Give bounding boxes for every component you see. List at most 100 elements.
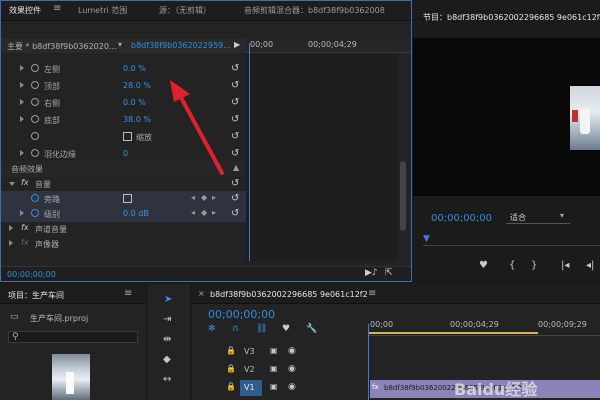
- level-value[interactable]: 0.0 dB: [123, 209, 149, 218]
- reset-icon[interactable]: ↺: [231, 208, 239, 219]
- footer-timecode[interactable]: 00;00;00;00: [7, 270, 56, 279]
- program-title[interactable]: 节目：b8df38f9b0362002296685 9e061c12f2: [423, 12, 600, 23]
- expand-arrow-icon[interactable]: [20, 65, 24, 71]
- zoom-checkbox[interactable]: [123, 132, 132, 141]
- stopwatch-icon[interactable]: [31, 64, 39, 72]
- fx-icon[interactable]: fx: [21, 238, 29, 247]
- tab-lumetri[interactable]: Lumetri 范围: [78, 5, 127, 16]
- stopwatch-icon[interactable]: [31, 194, 39, 202]
- selection-tool-icon[interactable]: ➤: [164, 294, 172, 305]
- stopwatch-icon[interactable]: [31, 209, 39, 217]
- master-clip-label[interactable]: 主要 * b8df38f9b0362020...: [7, 41, 117, 52]
- fx-icon[interactable]: fx: [21, 223, 29, 232]
- eye-icon[interactable]: ◉: [288, 382, 296, 392]
- timeline-timecode[interactable]: 00;00;00;00: [208, 308, 275, 321]
- ripple-edit-tool-icon[interactable]: ⇹: [163, 334, 171, 345]
- sequence-tab[interactable]: b8df38f9b0362002296685 9e061c12f2: [210, 290, 368, 299]
- hamburger-icon[interactable]: ≡: [53, 3, 61, 14]
- sync-lock-icon[interactable]: ▣: [270, 364, 278, 373]
- export-icon[interactable]: ⇱: [385, 268, 393, 278]
- add-marker-icon[interactable]: ♥: [282, 324, 290, 334]
- lock-icon[interactable]: 🔒: [226, 364, 236, 373]
- project-title[interactable]: 项目：生产车间: [8, 290, 64, 301]
- property-value[interactable]: 0.0 %: [123, 64, 146, 73]
- eye-icon[interactable]: ◉: [288, 346, 296, 356]
- reset-icon[interactable]: ↺: [231, 63, 239, 74]
- timeline-tabbar: × b8df38f9b0362002296685 9e061c12f2 ≡: [192, 284, 600, 304]
- reset-icon[interactable]: ↺: [231, 178, 239, 189]
- mark-in-icon[interactable]: {: [509, 260, 515, 271]
- sync-lock-icon[interactable]: ▣: [270, 346, 278, 355]
- tab-audio-mixer[interactable]: 音频剪辑混合器：b8df38f9b0362008: [244, 5, 385, 16]
- property-value[interactable]: 0: [123, 149, 128, 158]
- work-area-bar[interactable]: [368, 332, 538, 334]
- razor-tool-icon[interactable]: ◆: [163, 354, 171, 365]
- program-scrubber[interactable]: ▼: [423, 234, 600, 246]
- next-keyframe-icon[interactable]: ▸: [212, 208, 216, 217]
- add-marker-icon[interactable]: ♥: [479, 260, 488, 271]
- fx-icon[interactable]: fx: [21, 178, 29, 187]
- mark-out-icon[interactable]: }: [531, 260, 537, 271]
- fit-dropdown[interactable]: 适合 ▾: [506, 211, 570, 224]
- sync-lock-icon[interactable]: ▣: [270, 382, 278, 391]
- expand-arrow-icon[interactable]: [9, 240, 13, 246]
- go-to-in-icon[interactable]: |◂: [561, 260, 569, 271]
- project-file-name: 生产车间.prproj: [30, 314, 89, 323]
- baidu-watermark: Baidu经验: [454, 380, 538, 399]
- project-file-row[interactable]: ▭ 生产车间.prproj: [8, 311, 138, 325]
- play-only-icon[interactable]: ▶: [234, 40, 240, 49]
- stopwatch-icon[interactable]: [31, 98, 39, 106]
- effect-timeline-ruler[interactable]: 00;00 00;00;04;29: [246, 39, 411, 53]
- timeline-ruler[interactable]: 00;00 00;00;04;29 00;00;09;29: [368, 318, 600, 336]
- project-search-input[interactable]: ⚲: [8, 331, 138, 343]
- hamburger-icon[interactable]: ≡: [124, 288, 132, 299]
- expand-arrow-icon[interactable]: [20, 150, 24, 156]
- lock-icon[interactable]: 🔒: [226, 382, 236, 391]
- eye-icon[interactable]: ◉: [288, 364, 296, 374]
- stopwatch-icon[interactable]: [31, 81, 39, 89]
- play-audio-icon[interactable]: ▶♪: [365, 268, 378, 278]
- stopwatch-icon[interactable]: [31, 132, 39, 140]
- add-keyframe-icon[interactable]: ◆: [201, 193, 207, 202]
- property-value[interactable]: 0.0 %: [123, 98, 146, 107]
- expand-arrow-icon[interactable]: [9, 225, 13, 231]
- expand-arrow-icon[interactable]: [20, 210, 24, 216]
- prev-keyframe-icon[interactable]: ◂: [191, 208, 195, 217]
- tab-effect-controls[interactable]: 效果控件: [9, 5, 41, 16]
- expand-arrow-icon[interactable]: [9, 182, 15, 186]
- expand-arrow-icon[interactable]: [20, 82, 24, 88]
- close-icon[interactable]: ×: [198, 289, 205, 298]
- ruler-label: 00;00: [370, 320, 394, 329]
- playhead-line[interactable]: [249, 43, 250, 261]
- nest-icon[interactable]: ✻: [208, 324, 216, 334]
- property-value[interactable]: 38.0 %: [123, 115, 151, 124]
- snap-icon[interactable]: ∩: [232, 324, 239, 334]
- effect-keyframe-area[interactable]: [246, 53, 398, 261]
- prev-keyframe-icon[interactable]: ◂: [191, 193, 195, 202]
- program-timecode[interactable]: 00;00;00;00: [431, 213, 492, 224]
- playhead-marker[interactable]: ▼: [423, 234, 430, 244]
- step-back-icon[interactable]: ◂|: [586, 260, 594, 271]
- expand-arrow-icon[interactable]: [20, 99, 24, 105]
- vertical-scrollbar[interactable]: [400, 161, 406, 231]
- add-keyframe-icon[interactable]: ◆: [201, 208, 207, 217]
- track-select-tool-icon[interactable]: ⇥: [163, 314, 171, 325]
- stopwatch-icon[interactable]: [31, 115, 39, 123]
- stopwatch-icon[interactable]: [31, 149, 39, 157]
- property-value[interactable]: 28.0 %: [123, 81, 151, 90]
- hamburger-icon[interactable]: ≡: [368, 288, 376, 299]
- next-keyframe-icon[interactable]: ▸: [212, 193, 216, 202]
- bypass-checkbox[interactable]: [123, 194, 132, 203]
- expand-arrow-icon[interactable]: [20, 116, 24, 122]
- lock-icon[interactable]: 🔒: [226, 346, 236, 355]
- tab-source[interactable]: 源：（无剪辑）: [159, 5, 211, 16]
- sequence-clip-label[interactable]: b8df38f9b0362022959...: [131, 41, 231, 50]
- wrench-icon[interactable]: 🔧: [306, 324, 317, 334]
- media-thumbnail[interactable]: [52, 354, 90, 400]
- chevron-down-icon[interactable]: ▾: [118, 40, 122, 49]
- ruler-label: 00;00;09;29: [538, 320, 587, 329]
- linked-selection-icon[interactable]: ⛓: [256, 324, 267, 334]
- reset-icon[interactable]: ↺: [231, 193, 239, 204]
- slip-tool-icon[interactable]: ↔: [163, 374, 171, 385]
- timeline-playhead[interactable]: [368, 324, 369, 400]
